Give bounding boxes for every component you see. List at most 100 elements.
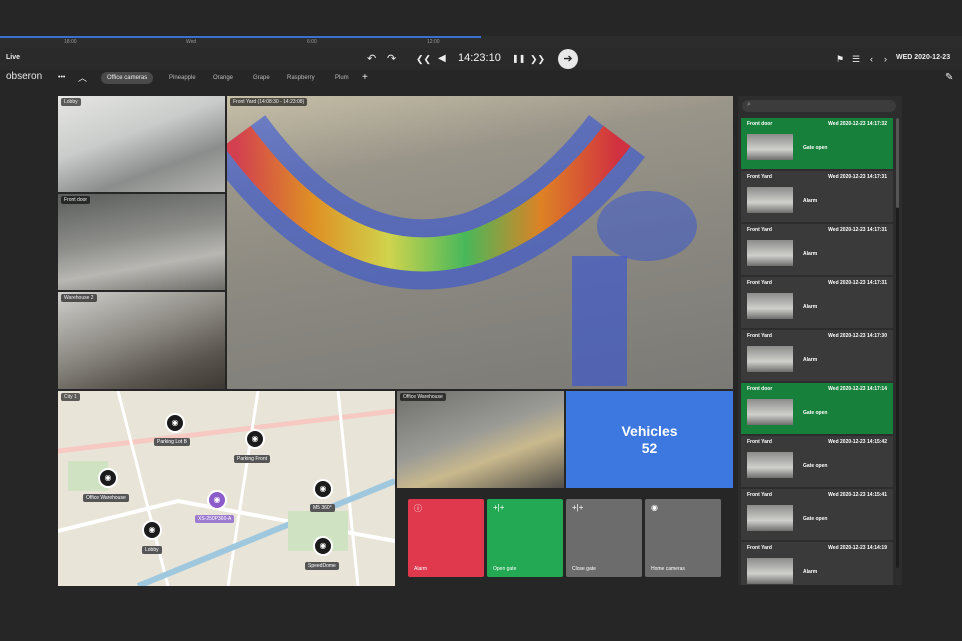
event-item[interactable]: Front door Wed 2020-12-23 14:17:32 Gate … bbox=[741, 118, 893, 169]
tab-bar: obseron ••• ︿ Office cameras Pineapple O… bbox=[0, 70, 962, 86]
heatmap-overlay bbox=[227, 114, 697, 386]
camera-tile-lobby[interactable]: Lobby bbox=[58, 96, 225, 192]
chevron-right-icon[interactable]: › bbox=[884, 51, 887, 67]
tab-pineapple[interactable]: Pineapple bbox=[163, 72, 202, 84]
pause-icon[interactable]: ❚❚ bbox=[512, 51, 525, 67]
playback-controls: Live ↶ ↷ ❮❮ ◀ 14:23:10 ❚❚ ❯❯ ➔ ⚑ ☰ ‹ › W… bbox=[0, 48, 962, 70]
tab-orange[interactable]: Orange bbox=[207, 72, 239, 84]
event-time: Wed 2020-12-23 14:17:31 bbox=[828, 280, 887, 286]
map-pin-label: Office Warehouse bbox=[83, 494, 129, 502]
camera-pin-icon[interactable]: ◉ bbox=[165, 413, 185, 433]
action-label: Open gate bbox=[493, 566, 517, 572]
event-thumbnail bbox=[747, 452, 793, 478]
event-item[interactable]: Front Yard Wed 2020-12-23 14:14:19 Alarm bbox=[741, 542, 893, 585]
map-pin-label: Lobby bbox=[142, 546, 162, 554]
event-type: Alarm bbox=[803, 198, 818, 204]
event-item[interactable]: Front door Wed 2020-12-23 14:17:14 Gate … bbox=[741, 383, 893, 434]
event-thumbnail bbox=[747, 187, 793, 213]
map-pin-label: SpeedDome bbox=[305, 562, 339, 570]
event-item[interactable]: Front Yard Wed 2020-12-23 14:17:31 Alarm bbox=[741, 224, 893, 275]
event-type: Gate open bbox=[803, 145, 828, 151]
event-camera: Front Yard bbox=[747, 280, 772, 286]
event-item[interactable]: Front Yard Wed 2020-12-23 14:17:30 Alarm bbox=[741, 330, 893, 381]
event-thumbnail bbox=[747, 505, 793, 531]
event-camera: Front Yard bbox=[747, 174, 772, 180]
vehicles-title: Vehicles bbox=[621, 423, 678, 439]
step-back-icon[interactable]: ◀ bbox=[438, 51, 446, 67]
map-pin-label: XS-250P360-A bbox=[195, 515, 235, 523]
event-time: Wed 2020-12-23 14:17:32 bbox=[828, 121, 887, 127]
map-pin-label: M5 360° bbox=[310, 504, 335, 512]
event-search-input[interactable]: ⌕ bbox=[742, 100, 896, 112]
event-thumbnail bbox=[747, 240, 793, 266]
chevron-left-icon[interactable]: ‹ bbox=[870, 51, 873, 67]
map-streets bbox=[58, 391, 395, 586]
camera-icon: ◉ bbox=[651, 503, 658, 512]
map-tile[interactable]: City 1 ◉ Parking Lot B ◉ Parking Front ◉… bbox=[58, 391, 395, 586]
camera-tile-warehouse[interactable]: Warehouse 2 bbox=[58, 292, 225, 389]
event-item[interactable]: Front Yard Wed 2020-12-23 14:17:31 Alarm bbox=[741, 171, 893, 222]
camera-pin-icon[interactable]: ◉ bbox=[245, 429, 265, 449]
event-camera: Front Yard bbox=[747, 333, 772, 339]
vehicles-counter-tile[interactable]: Vehicles 52 bbox=[566, 391, 733, 488]
skip-back-icon[interactable]: ❮❮ bbox=[416, 51, 431, 67]
home-cameras-button[interactable]: ◉ Home cameras bbox=[645, 499, 721, 577]
undo-icon[interactable]: ↶ bbox=[367, 51, 376, 67]
event-time: Wed 2020-12-23 14:14:19 bbox=[828, 545, 887, 551]
event-thumbnail bbox=[747, 399, 793, 425]
more-icon[interactable]: ••• bbox=[58, 70, 65, 86]
camera-pin-icon[interactable]: ◉ bbox=[207, 490, 227, 510]
camera-tile-front-door[interactable]: Front door bbox=[58, 194, 225, 290]
camera-label: Office Warehouse bbox=[400, 393, 446, 401]
map-pin-label: Parking Front bbox=[234, 455, 271, 463]
alarm-button[interactable]: ⓘ Alarm bbox=[408, 499, 484, 577]
event-item[interactable]: Front Yard Wed 2020-12-23 14:15:42 Gate … bbox=[741, 436, 893, 487]
add-tab-icon[interactable]: + bbox=[362, 70, 368, 86]
event-type: Alarm bbox=[803, 357, 818, 363]
edit-icon[interactable]: ✎ bbox=[945, 70, 953, 86]
go-live-button[interactable]: ➔ bbox=[558, 49, 578, 69]
camera-pin-icon[interactable]: ◉ bbox=[98, 468, 118, 488]
event-item[interactable]: Front Yard Wed 2020-12-23 14:15:41 Gate … bbox=[741, 489, 893, 540]
tab-raspberry[interactable]: Raspberry bbox=[281, 72, 321, 84]
event-type: Gate open bbox=[803, 463, 828, 469]
date-label[interactable]: WED 2020-12-23 bbox=[896, 54, 950, 61]
skip-forward-icon[interactable]: ❯❯ bbox=[530, 51, 545, 67]
camera-pin-icon[interactable]: ◉ bbox=[313, 479, 333, 499]
timeline-tick: 6:00 bbox=[307, 39, 317, 45]
tab-office-cameras[interactable]: Office cameras bbox=[101, 72, 154, 84]
open-gate-button[interactable]: +|+ Open gate bbox=[487, 499, 563, 577]
redo-icon[interactable]: ↷ bbox=[387, 51, 396, 67]
brand-logo: obseron bbox=[6, 71, 43, 82]
flag-icon[interactable]: ⚑ bbox=[836, 51, 844, 67]
event-time: Wed 2020-12-23 14:17:31 bbox=[828, 174, 887, 180]
event-thumbnail bbox=[747, 134, 793, 160]
chevron-up-icon[interactable]: ︿ bbox=[78, 70, 87, 86]
camera-pin-icon[interactable]: ◉ bbox=[142, 520, 162, 540]
camera-label: Front Yard (14:08:30 - 14:23:08) bbox=[230, 98, 308, 106]
close-gate-button[interactable]: +|+ Close gate bbox=[566, 499, 642, 577]
event-type: Alarm bbox=[803, 251, 818, 257]
timeline-tick: 18:00 bbox=[64, 39, 77, 45]
scrollbar-thumb[interactable] bbox=[896, 118, 899, 208]
event-camera: Front Yard bbox=[747, 545, 772, 551]
camera-pin-icon[interactable]: ◉ bbox=[313, 536, 333, 556]
camera-tile-front-yard-heatmap[interactable]: Front Yard (14:08:30 - 14:23:08) bbox=[227, 96, 733, 389]
event-camera: Front Yard bbox=[747, 492, 772, 498]
timeline[interactable]: 18:00 Wed 6:00 12:00 bbox=[0, 36, 962, 48]
tab-plum[interactable]: Plum bbox=[329, 72, 355, 84]
event-camera: Front Yard bbox=[747, 439, 772, 445]
camera-label: Front door bbox=[61, 196, 91, 204]
timeline-tick: Wed bbox=[186, 39, 197, 45]
current-time: 14:23:10 bbox=[458, 52, 501, 64]
gate-icon: +|+ bbox=[493, 503, 505, 512]
event-time: Wed 2020-12-23 14:17:31 bbox=[828, 227, 887, 233]
alert-icon: ⓘ bbox=[414, 504, 422, 513]
app-window: 18:00 Wed 6:00 12:00 Live ↶ ↷ ❮❮ ◀ 14:23… bbox=[0, 0, 962, 641]
list-icon[interactable]: ☰ bbox=[852, 51, 860, 67]
event-item[interactable]: Front Yard Wed 2020-12-23 14:17:31 Alarm bbox=[741, 277, 893, 328]
map-pin-label: Parking Lot B bbox=[154, 438, 191, 446]
camera-tile-office-warehouse[interactable]: Office Warehouse bbox=[397, 391, 564, 488]
tab-grape[interactable]: Grape bbox=[247, 72, 276, 84]
event-scrollbar[interactable] bbox=[896, 118, 899, 568]
